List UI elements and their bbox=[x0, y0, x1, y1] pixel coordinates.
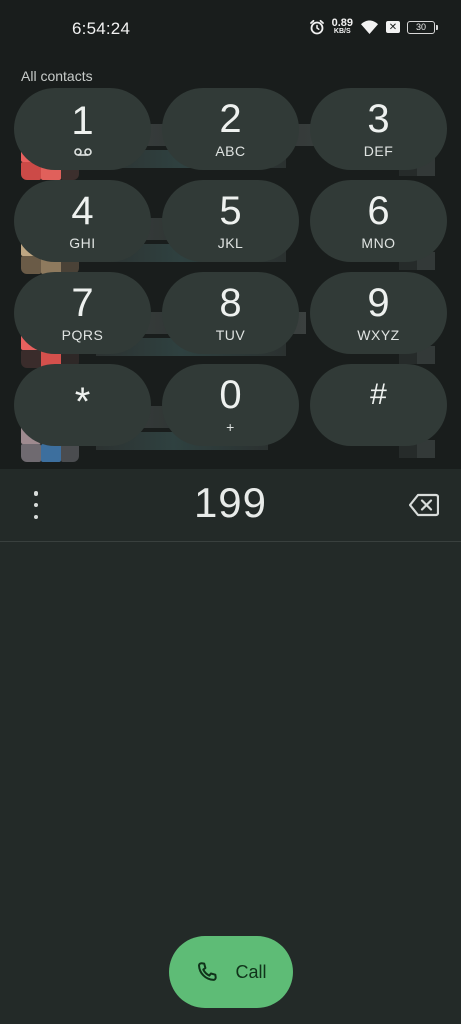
section-title: All contacts bbox=[21, 68, 93, 84]
call-button[interactable]: Call bbox=[169, 936, 293, 1008]
dial-key-8[interactable]: 8 TUV bbox=[162, 272, 299, 354]
status-bar: 6:54:24 0.89 KB/S ✕ 30 bbox=[0, 0, 461, 60]
dial-key-6[interactable]: 6 MNO bbox=[310, 180, 447, 262]
net-speed-unit: KB/S bbox=[333, 28, 351, 35]
status-icons: 0.89 KB/S ✕ 30 bbox=[309, 18, 438, 36]
key-digit: 8 bbox=[219, 281, 242, 325]
dialed-number[interactable]: 199 bbox=[0, 479, 461, 527]
dial-key-1[interactable]: 1 bbox=[14, 88, 151, 170]
dial-key-7[interactable]: 7 PQRS bbox=[14, 272, 151, 354]
key-letters: ABC bbox=[215, 143, 246, 159]
dial-key-3[interactable]: 3 DEF bbox=[310, 88, 447, 170]
voicemail-icon bbox=[73, 148, 92, 156]
key-digit: 2 bbox=[219, 97, 242, 141]
key-letters: + bbox=[226, 419, 235, 435]
key-letters: MNO bbox=[361, 235, 396, 251]
net-speed-value: 0.89 bbox=[331, 17, 353, 29]
key-letters: PQRS bbox=[61, 327, 104, 343]
status-time: 6:54:24 bbox=[72, 19, 131, 38]
key-digit: 3 bbox=[367, 97, 390, 141]
key-digit: # bbox=[370, 378, 387, 411]
alarm-icon bbox=[309, 19, 324, 35]
key-digit: 1 bbox=[71, 99, 94, 143]
key-letters: WXYZ bbox=[357, 327, 400, 343]
key-digit: 9 bbox=[367, 281, 390, 325]
dial-key-star[interactable]: * bbox=[14, 364, 151, 446]
key-letters: DEF bbox=[363, 143, 394, 159]
key-letters: GHI bbox=[69, 235, 96, 251]
key-digit: 7 bbox=[71, 281, 94, 325]
key-digit: 6 bbox=[367, 189, 390, 233]
dial-key-0[interactable]: 0 + bbox=[162, 364, 299, 446]
battery-level: 30 bbox=[415, 22, 426, 32]
key-digit: 4 bbox=[71, 189, 94, 233]
net-speed-icon: 0.89 KB/S bbox=[332, 18, 353, 36]
dialpad-keys: 1 2 ABC 3 DEF 4 GHI 5 JKL 6 MNO 7 PQRS 8… bbox=[14, 88, 447, 446]
dial-key-hash[interactable]: # bbox=[310, 364, 447, 446]
backspace-icon[interactable] bbox=[409, 493, 439, 517]
key-letters: TUV bbox=[215, 327, 246, 343]
wifi-icon bbox=[361, 19, 378, 34]
phone-icon bbox=[198, 962, 218, 981]
key-letters: JKL bbox=[217, 235, 244, 251]
x-badge-icon: ✕ bbox=[386, 21, 400, 33]
key-digit: * bbox=[74, 380, 91, 424]
battery-icon: 30 bbox=[407, 20, 438, 34]
dial-key-9[interactable]: 9 WXYZ bbox=[310, 272, 447, 354]
dial-key-5[interactable]: 5 JKL bbox=[162, 180, 299, 262]
call-label: Call bbox=[235, 961, 267, 982]
key-digit: 0 bbox=[219, 373, 242, 417]
dial-key-4[interactable]: 4 GHI bbox=[14, 180, 151, 262]
dial-display: 199 bbox=[0, 469, 461, 542]
dial-key-2[interactable]: 2 ABC bbox=[162, 88, 299, 170]
key-digit: 5 bbox=[219, 189, 242, 233]
